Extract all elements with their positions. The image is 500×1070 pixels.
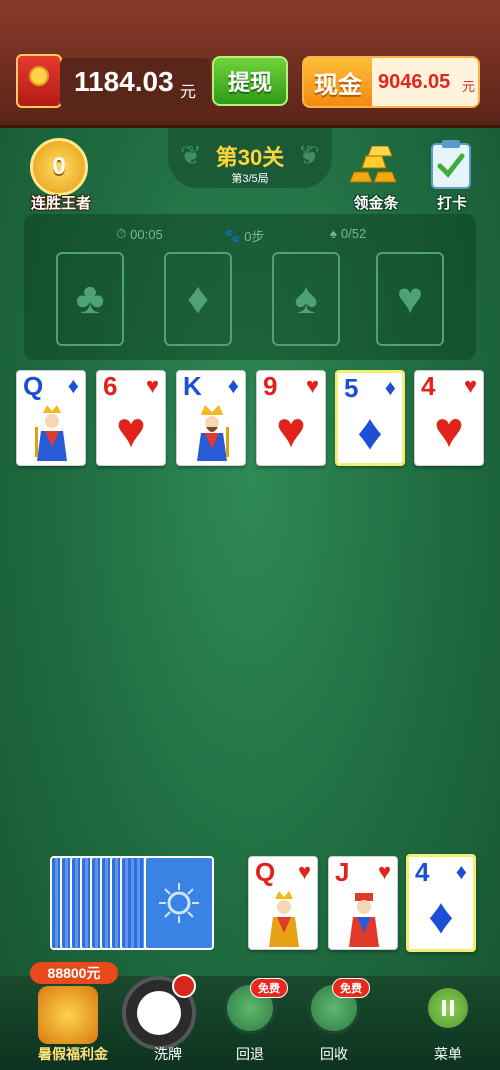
card-suit: ♥ [297,859,311,884]
card-rank: 6 [103,371,118,401]
card-rank: J [335,857,350,887]
card-rank: Q [255,857,276,887]
progress-stat: ♠ 0/52 [330,226,366,241]
level-title: 第30关 [215,145,285,170]
tableau-card-5[interactable]: 5 ♦ ♦ [335,370,405,466]
card-suit-large: ♥ [434,402,464,458]
spade-small-icon: ♠ [330,226,337,241]
withdraw-button[interactable]: 提现 [212,56,288,106]
card-rank: 4 [415,857,430,887]
timer-stat: ⏱ 00:05 [116,226,163,242]
timer-value: 00:05 [130,226,163,242]
shuffle-badge [172,974,196,998]
card-suit: ♥ [377,859,391,884]
pause-icon[interactable] [428,988,468,1028]
progress-value: 0/52 [340,226,367,241]
club-icon: ♣ [75,274,105,323]
card-rank: 4 [421,371,436,401]
tableau-card-4[interactable]: 9 ♥ ♥ [256,370,326,466]
menu-label[interactable]: 菜单 [418,1044,478,1064]
undo-label[interactable]: 回退 [220,1044,280,1064]
cash-label: 现金 [304,58,372,106]
card-suit: ♥ [463,373,477,398]
steps-stat: 🐾 0步 [224,226,264,245]
card-suit-large: ♦ [428,888,454,944]
recycle-label[interactable]: 回收 [304,1044,364,1064]
stock-pile[interactable] [144,856,214,950]
card-suit-large: ♦ [357,404,383,460]
streak-label: 连胜王者 [30,195,91,212]
card-rank: K [183,371,202,401]
gold-bar-icon[interactable] [348,146,404,186]
checkin-clipboard-icon[interactable] [428,138,474,190]
steps-value: 0步 [244,229,265,244]
bonus-amount-badge: 88800元 [30,962,118,984]
jack-face-icon [349,893,379,947]
foundation-slot-spade[interactable]: ♠ [272,252,340,346]
foundation-slot-heart[interactable]: ♥ [376,252,444,346]
spade-icon: ♠ [294,274,318,323]
cash-value: 9046.05 [378,71,451,93]
gold-label: 领金条 [353,195,399,212]
card-suit-large: ♥ [276,402,306,458]
king-face-icon [197,405,229,461]
recycle-free-badge: 免费 [332,978,370,998]
waste-card-1[interactable]: Q ♥ [248,856,318,950]
fortune-god-icon[interactable] [38,986,98,1044]
waste-card-2[interactable]: J ♥ [328,856,398,950]
stopwatch-icon: ⏱ [116,226,127,241]
card-rank: Q [23,371,44,401]
card-suit: ♥ [305,373,319,398]
streak-medal-icon[interactable]: 0 [30,138,88,196]
balance-value: 1184.03 [74,66,174,97]
level-subtitle: 第3/5局 [231,173,269,185]
balance-unit: 元 [180,84,197,101]
undo-free-badge: 免费 [250,978,288,998]
card-rank: 9 [263,371,278,401]
card-suit: ♦ [227,373,239,398]
tableau-card-3[interactable]: K ♦ [176,370,246,466]
tableau-card-1[interactable]: Q ♦ [16,370,86,466]
tableau-card-6[interactable]: 4 ♥ ♥ [414,370,484,466]
card-suit-large: ♥ [116,402,146,458]
card-suit: ♦ [384,375,396,400]
card-suit: ♥ [145,373,159,398]
paw-icon: 🐾 [224,227,241,243]
queen-face-icon [35,405,67,461]
queen-face-icon [269,891,299,947]
checkin-label: 打卡 [436,195,467,212]
diamond-icon: ♦ [186,274,210,323]
streak-count: 0 [52,153,66,180]
heart-icon: ♥ [396,274,424,323]
tableau-card-2[interactable]: 6 ♥ ♥ [96,370,166,466]
bonus-label[interactable]: 暑假福利金 [28,1044,118,1064]
foundation-slot-diamond[interactable]: ♦ [164,252,232,346]
card-suit: ♦ [67,373,79,398]
card-rank: 5 [344,373,359,403]
cash-pill[interactable]: 现金 9046.05 元 [302,56,480,108]
red-packet-icon[interactable] [16,54,62,108]
cash-unit: 元 [462,79,476,94]
waste-card-3[interactable]: 4 ♦ ♦ [406,854,476,952]
home-button-inner [137,991,181,1035]
sun-emblem-icon [159,883,199,923]
shuffle-label[interactable]: 洗牌 [138,1044,198,1064]
card-suit: ♦ [455,859,467,884]
foundation-slot-club[interactable]: ♣ [56,252,124,346]
